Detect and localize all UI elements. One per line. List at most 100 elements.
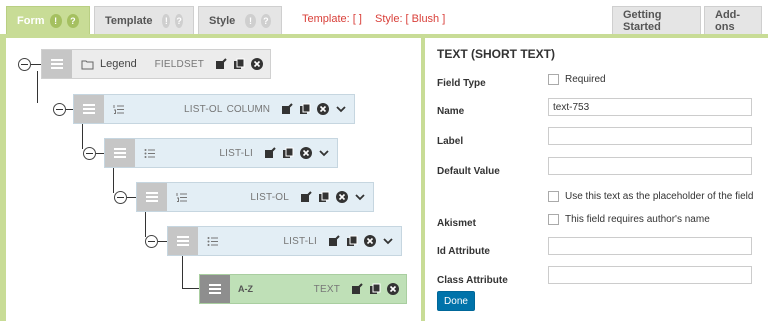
panel-title: TEXT (SHORT TEXT) [437, 47, 555, 61]
collapse-toggle-icon[interactable] [83, 147, 96, 160]
tree-node-list-ol[interactable]: LIST-OL [136, 182, 374, 212]
unordered-list-icon [143, 146, 157, 160]
tree-node-fieldset[interactable]: Legend FIELDSET [41, 49, 271, 79]
fieldset-legend-label: Legend [100, 58, 137, 70]
tab-style-help-icon[interactable]: ? [260, 13, 271, 28]
node-actions [346, 282, 400, 296]
name-label: Name [437, 106, 465, 117]
drag-handle-icon[interactable] [42, 50, 72, 78]
tab-template-warning-icon[interactable]: ! [162, 13, 171, 28]
unordered-list-icon [206, 234, 220, 248]
collapse-toggle-icon[interactable] [114, 191, 127, 204]
id-attribute-input[interactable] [548, 237, 752, 255]
drag-handle-icon[interactable] [200, 275, 230, 303]
class-attribute-input[interactable] [548, 266, 752, 284]
default-value-label: Default Value [437, 166, 500, 177]
chevron-down-icon[interactable] [317, 146, 331, 160]
edit-icon[interactable] [327, 234, 341, 248]
delete-icon[interactable] [335, 190, 349, 204]
current-style: Style: [ Blush ] [374, 13, 446, 25]
duplicate-icon[interactable] [232, 57, 246, 71]
label-input[interactable] [548, 127, 752, 145]
chevron-down-icon[interactable] [381, 234, 395, 248]
tab-style[interactable]: Style ! ? [198, 6, 282, 34]
default-value-input[interactable] [548, 157, 752, 175]
node-type-label: FIELDSET [154, 58, 204, 70]
drag-handle-icon[interactable] [137, 183, 167, 211]
tab-style-warning-icon[interactable]: ! [245, 13, 256, 28]
tab-getting-started-label: Getting Started [623, 8, 662, 33]
tree-connector [37, 71, 38, 103]
drag-handle-icon[interactable] [105, 139, 135, 167]
tab-form-warning-icon[interactable]: ! [49, 13, 62, 28]
tree-node-list-li[interactable]: LIST-LI [104, 138, 338, 168]
node-type-label: LIST-LI [219, 147, 253, 159]
duplicate-icon[interactable] [368, 282, 382, 296]
duplicate-icon[interactable] [317, 190, 331, 204]
edit-icon[interactable] [350, 282, 364, 296]
akismet-label: Akismet [437, 218, 476, 229]
builder-frame: Legend FIELDSET LIST-OL COLUMN LIST-LI L… [0, 34, 768, 321]
node-actions [210, 57, 264, 71]
tab-style-label: Style [209, 14, 236, 27]
name-input[interactable] [548, 98, 752, 116]
required-checkbox[interactable]: Required [548, 74, 606, 85]
akismet-checkbox[interactable]: This field requires author's name [548, 214, 710, 225]
done-button[interactable]: Done [437, 291, 475, 311]
label-label: Label [437, 136, 464, 147]
tab-template-label: Template [105, 14, 153, 27]
tab-addons-label: Add-ons [715, 8, 741, 33]
tree-connector [158, 241, 167, 242]
edit-icon[interactable] [263, 146, 277, 160]
tab-template[interactable]: Template ! ? [94, 6, 194, 34]
collapse-toggle-icon[interactable] [18, 58, 31, 71]
delete-icon[interactable] [316, 102, 330, 116]
tab-form-help-icon[interactable]: ? [66, 13, 79, 28]
class-attribute-label: Class Attribute [437, 275, 508, 286]
placeholder-checkbox[interactable]: Use this text as the placeholder of the … [548, 191, 753, 202]
field-type-label: Field Type [437, 78, 486, 89]
akismet-checkbox-box[interactable] [548, 214, 559, 225]
tab-addons[interactable]: Add-ons [704, 6, 762, 34]
placeholder-checkbox-box[interactable] [548, 191, 559, 202]
tree-connector [96, 153, 104, 154]
delete-icon[interactable] [250, 57, 264, 71]
edit-icon[interactable] [299, 190, 313, 204]
delete-icon[interactable] [363, 234, 377, 248]
tree-node-list-li[interactable]: LIST-LI [167, 226, 402, 256]
tree-connector [182, 288, 199, 289]
node-type-label: TEXT [313, 283, 340, 295]
edit-icon[interactable] [214, 57, 228, 71]
delete-icon[interactable] [386, 282, 400, 296]
collapse-toggle-icon[interactable] [53, 103, 66, 116]
ordered-list-icon [112, 102, 126, 116]
required-checkbox-label: Required [565, 74, 606, 85]
chevron-down-icon[interactable] [334, 102, 348, 116]
collapse-toggle-icon[interactable] [145, 235, 158, 248]
placeholder-checkbox-label: Use this text as the placeholder of the … [565, 191, 754, 202]
form-element-tree: Legend FIELDSET LIST-OL COLUMN LIST-LI L… [6, 38, 421, 321]
drag-handle-icon[interactable] [168, 227, 198, 255]
template-style-indicator: Template: [ ] Style: [ Blush ] [302, 13, 455, 25]
tab-form[interactable]: Form ! ? [6, 6, 90, 34]
tab-template-help-icon[interactable]: ? [175, 13, 183, 28]
tab-getting-started[interactable]: Getting Started [612, 6, 701, 34]
tree-node-list-ol-column[interactable]: LIST-OL COLUMN [73, 94, 355, 124]
tree-connector [66, 109, 73, 110]
required-checkbox-box[interactable] [548, 74, 559, 85]
node-actions [276, 102, 348, 116]
node-actions [259, 146, 331, 160]
node-type-label: LIST-LI [283, 235, 317, 247]
edit-icon[interactable] [280, 102, 294, 116]
tree-node-text-field[interactable]: A-Z TEXT [199, 274, 407, 304]
node-subtype-label: COLUMN [226, 103, 270, 115]
chevron-down-icon[interactable] [353, 190, 367, 204]
node-type-label: LIST-OL [250, 191, 289, 203]
duplicate-icon[interactable] [281, 146, 295, 160]
drag-handle-icon[interactable] [74, 95, 104, 123]
duplicate-icon[interactable] [345, 234, 359, 248]
tab-form-label: Form [17, 14, 45, 27]
tree-connector [127, 197, 136, 198]
duplicate-icon[interactable] [298, 102, 312, 116]
delete-icon[interactable] [299, 146, 313, 160]
